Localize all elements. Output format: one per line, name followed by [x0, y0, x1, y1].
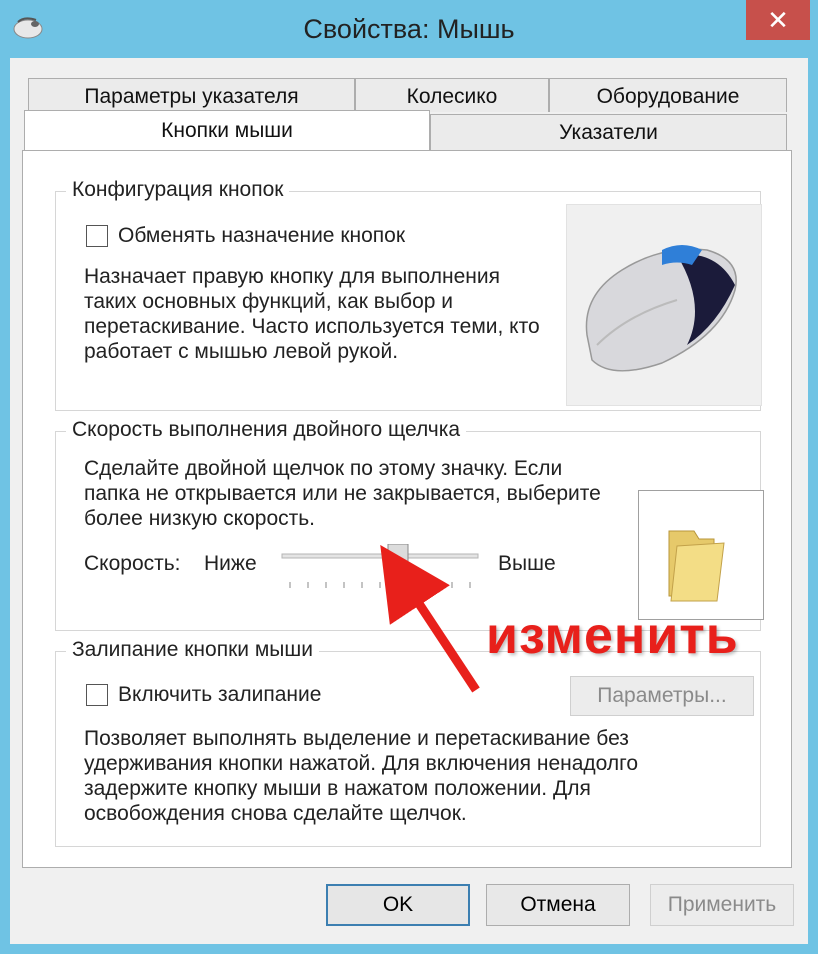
group-title: Скорость выполнения двойного щелчка: [66, 418, 467, 442]
folder-icon: [668, 530, 725, 602]
swap-buttons-checkbox[interactable]: [86, 225, 108, 247]
cancel-button[interactable]: Отмена: [486, 884, 630, 926]
ok-button[interactable]: OK: [326, 884, 470, 926]
test-folder-area[interactable]: [638, 490, 764, 620]
annotation-text: изменить: [486, 607, 739, 665]
dialog-client: Параметры указателя Колесико Оборудовани…: [10, 58, 808, 944]
title-bar[interactable]: Свойства: Мышь ✕: [0, 0, 818, 58]
tab-pointer-options[interactable]: Параметры указателя: [28, 78, 355, 112]
tab-label: Параметры указателя: [84, 85, 299, 108]
mouse-image: [566, 204, 762, 406]
speed-low-label: Ниже: [204, 552, 257, 575]
tab-hardware[interactable]: Оборудование: [549, 78, 787, 112]
button-config-description: Назначает правую кнопку для выполнения т…: [84, 265, 540, 363]
tab-label: Указатели: [559, 121, 658, 144]
group-title: Конфигурация кнопок: [66, 178, 290, 202]
apply-button[interactable]: Применить: [650, 884, 794, 926]
button-config-group: Конфигурация кнопок Обменять назначение …: [55, 178, 762, 411]
tab-pointers[interactable]: Указатели: [430, 114, 787, 150]
swap-buttons-label: Обменять назначение кнопок: [118, 224, 406, 247]
double-click-group: Скорость выполнения двойного щелчка Сдел…: [55, 418, 764, 631]
close-icon: ✕: [767, 5, 789, 35]
click-lock-settings-button[interactable]: Параметры...: [570, 676, 754, 716]
click-lock-group: Залипание кнопки мыши Включить залипание…: [55, 638, 761, 847]
slider-thumb[interactable]: [387, 544, 409, 579]
speed-high-label: Выше: [498, 552, 556, 575]
window-title: Свойства: Мышь: [303, 14, 515, 44]
mouse-illustration-icon: [585, 245, 737, 372]
group-title: Залипание кнопки мыши: [66, 638, 319, 662]
close-button[interactable]: ✕: [746, 0, 810, 40]
tab-label: Колесико: [406, 85, 498, 108]
click-lock-checkbox[interactable]: [86, 684, 108, 706]
tab-panel: Конфигурация кнопок Обменять назначение …: [22, 150, 792, 868]
dialog-window: Свойства: Мышь ✕ Параметры указателя Кол…: [0, 0, 818, 954]
tab-wheel[interactable]: Колесико: [355, 78, 549, 112]
click-lock-description: Позволяет выполнять выделение и перетаск…: [84, 727, 639, 825]
double-click-description: Сделайте двойной щелчок по этому значку.…: [84, 457, 601, 530]
tab-label: Оборудование: [596, 85, 740, 108]
speed-label: Скорость:: [84, 552, 181, 575]
slider-track: [281, 553, 479, 559]
click-lock-label: Включить залипание: [118, 683, 322, 706]
tab-label: Кнопки мыши: [161, 119, 293, 142]
speed-slider[interactable]: [278, 544, 488, 594]
tab-buttons[interactable]: Кнопки мыши: [24, 110, 430, 150]
